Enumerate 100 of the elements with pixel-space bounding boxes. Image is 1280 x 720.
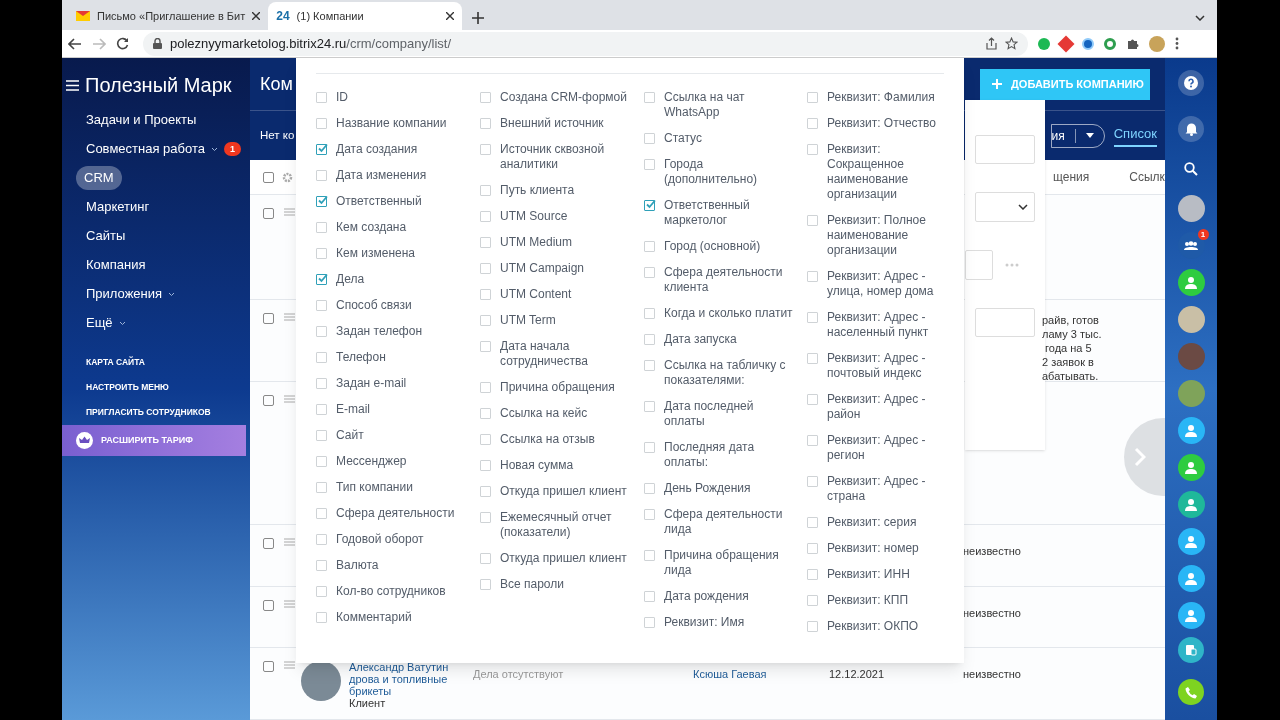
- column-option-label[interactable]: ID: [336, 90, 470, 105]
- column-option-label[interactable]: Кем создана: [336, 220, 470, 235]
- column-option-label[interactable]: Последняя дата оплаты:: [664, 440, 796, 470]
- drag-handle-icon[interactable]: [284, 313, 295, 321]
- column-option-label[interactable]: Дата последней оплаты: [664, 399, 796, 429]
- column-option-label[interactable]: Когда и сколько платит: [664, 306, 796, 321]
- sidebar-link[interactable]: НАСТРОИТЬ МЕНЮ: [86, 380, 250, 394]
- column-option-label[interactable]: Задан телефон: [336, 324, 470, 339]
- column-option-label[interactable]: Дата изменения: [336, 168, 470, 183]
- column-option-label[interactable]: Статус: [664, 131, 796, 146]
- view-tab[interactable]: Список: [1113, 124, 1157, 147]
- sidebar-item[interactable]: Приложения: [86, 284, 163, 304]
- column-option-label[interactable]: Создана CRM-формой: [500, 90, 634, 105]
- extension-icon[interactable]: [1038, 37, 1050, 50]
- drag-handle-icon[interactable]: [284, 208, 295, 216]
- column-option-label[interactable]: Города (дополнительно): [664, 157, 796, 187]
- column-option-label[interactable]: Комментарий: [336, 610, 470, 625]
- column-option-label[interactable]: Ссылка на чат WhatsApp: [664, 90, 796, 120]
- company-detail[interactable]: дрова и топливные брикеты: [349, 673, 459, 697]
- column-option-label[interactable]: Кем изменена: [336, 246, 470, 261]
- company-name[interactable]: Александр Ватутин: [349, 661, 459, 673]
- checkbox[interactable]: [644, 200, 655, 211]
- drag-handle-icon[interactable]: [284, 395, 295, 403]
- column-option-label[interactable]: Мессенджер: [336, 454, 470, 469]
- sidebar-link[interactable]: КАРТА САЙТА: [86, 356, 250, 369]
- column-option-label[interactable]: Годовой оборот: [336, 532, 470, 547]
- column-option-label[interactable]: UTM Source: [500, 209, 634, 224]
- reload-icon[interactable]: [116, 37, 129, 50]
- column-option-label[interactable]: UTM Content: [500, 287, 634, 302]
- checkbox[interactable]: [316, 144, 327, 155]
- column-option-label[interactable]: Название компании: [336, 116, 470, 131]
- sidebar-item[interactable]: Маркетинг: [86, 197, 150, 217]
- column-option-label[interactable]: Сфера деятельности: [336, 506, 470, 521]
- user-icon[interactable]: [1177, 454, 1205, 481]
- puzzle-icon[interactable]: [1126, 37, 1139, 50]
- column-option-label[interactable]: Источник сквозной аналитики: [500, 142, 634, 172]
- column-option-label[interactable]: Реквизит: номер: [827, 541, 949, 556]
- column-option-label[interactable]: Причина обращения: [500, 380, 634, 395]
- column-option-label[interactable]: Сайт: [336, 428, 470, 443]
- select-field[interactable]: [965, 250, 993, 280]
- column-option-label[interactable]: Реквизит: Адрес - страна: [827, 474, 949, 504]
- column-option-label[interactable]: Валюта: [336, 558, 470, 573]
- address-bar[interactable]: poleznyymarketolog.bitrix24.ru/crm/company/list/: [143, 31, 1028, 56]
- column-option-label[interactable]: Ежемесячный отчет (показатели): [500, 510, 634, 540]
- column-header[interactable]: щения: [1053, 168, 1090, 186]
- column-option-label[interactable]: Новая сумма: [500, 458, 634, 473]
- menu-icon[interactable]: [66, 79, 79, 91]
- star-icon[interactable]: [1005, 37, 1018, 50]
- column-option-label[interactable]: UTM Campaign: [500, 261, 634, 276]
- column-option-label[interactable]: Телефон: [336, 350, 470, 365]
- checkbox[interactable]: [263, 538, 274, 549]
- column-option-label[interactable]: Причина обращения лида: [664, 548, 796, 578]
- column-option-label[interactable]: UTM Medium: [500, 235, 634, 250]
- forward-icon[interactable]: [92, 37, 106, 50]
- user-icon[interactable]: [1177, 269, 1205, 296]
- column-option-label[interactable]: Кол-во сотрудников: [336, 584, 470, 599]
- checkbox[interactable]: [263, 661, 274, 672]
- column-header[interactable]: Ссылк: [1129, 168, 1165, 186]
- checkbox[interactable]: [263, 395, 274, 406]
- column-option-label[interactable]: Сфера деятельности лида: [664, 507, 796, 537]
- upgrade-button[interactable]: РАСШИРИТЬ ТАРИФ: [62, 425, 246, 457]
- sidebar-item[interactable]: Совместная работа: [86, 139, 205, 159]
- checkbox[interactable]: [263, 313, 274, 324]
- sidebar-item[interactable]: Задачи и Проекты: [86, 110, 197, 130]
- column-option-label[interactable]: Ссылка на табличку с показателями:: [664, 358, 796, 388]
- sidebar-item[interactable]: Ещё: [86, 313, 113, 333]
- sidebar-item[interactable]: CRM: [76, 166, 122, 190]
- column-option-label[interactable]: Ответственный: [336, 194, 470, 209]
- browser-tab[interactable]: Письмо «Приглашение в Бит: [68, 2, 269, 30]
- checkbox[interactable]: [263, 171, 274, 183]
- notifications-icon[interactable]: [1178, 116, 1204, 142]
- drag-handle-icon[interactable]: [284, 661, 295, 669]
- input-field[interactable]: [975, 308, 1035, 337]
- column-option-label[interactable]: Задан e-mail: [336, 376, 470, 391]
- column-option-label[interactable]: Ссылка на отзыв: [500, 432, 634, 447]
- column-option-label[interactable]: Реквизит: Адрес - район: [827, 392, 949, 422]
- contact-avatar[interactable]: [1177, 380, 1205, 407]
- column-option-label[interactable]: Откуда пришел клиент: [500, 484, 634, 499]
- sidebar-item[interactable]: Компания: [86, 255, 146, 275]
- contact-avatar[interactable]: [1177, 195, 1205, 222]
- column-option-label[interactable]: Дата начала сотрудничества: [500, 339, 634, 369]
- phone-icon[interactable]: [1178, 679, 1204, 705]
- extension-icon[interactable]: [1082, 37, 1094, 50]
- column-option-label[interactable]: Сфера деятельности клиента: [664, 265, 796, 295]
- column-option-label[interactable]: Ответственный маркетолог: [664, 198, 796, 228]
- column-option-label[interactable]: Тип компании: [336, 480, 470, 495]
- column-option-label[interactable]: Город (основной): [664, 239, 796, 254]
- device-icon[interactable]: [1178, 637, 1204, 663]
- close-icon[interactable]: [252, 12, 261, 20]
- browser-tab[interactable]: 24 (1) Компании: [268, 2, 463, 30]
- checkbox[interactable]: [263, 600, 274, 611]
- drag-handle-icon[interactable]: [284, 538, 295, 546]
- checkbox[interactable]: [263, 208, 274, 219]
- column-option-label[interactable]: Все пароли: [500, 577, 634, 592]
- column-option-label[interactable]: День Рождения: [664, 481, 796, 496]
- help-icon[interactable]: [1178, 70, 1204, 96]
- sidebar-link[interactable]: ПРИГЛАСИТЬ СОТРУДНИКОВ: [86, 405, 250, 419]
- column-option-label[interactable]: Реквизит: Полное наименование организации: [827, 213, 949, 258]
- column-option-label[interactable]: Реквизит: Отчество: [827, 116, 949, 131]
- column-option-label[interactable]: Реквизит: Сокращенное наименование организации: [827, 142, 949, 202]
